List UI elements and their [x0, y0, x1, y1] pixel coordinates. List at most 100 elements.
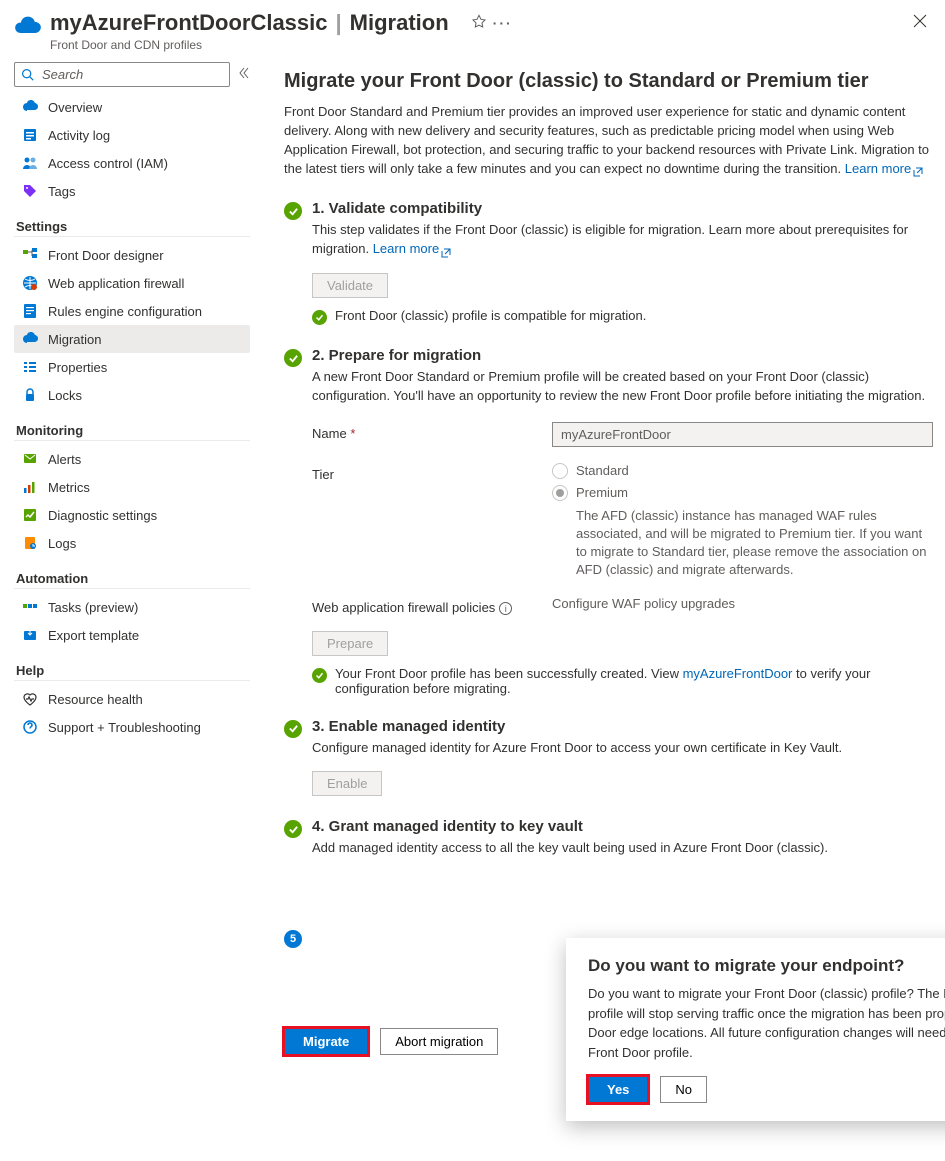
step-3-desc: Configure managed identity for Azure Fro… [312, 739, 933, 758]
sidebar-group-settings: Settings [14, 205, 250, 237]
sidebar-item-properties[interactable]: Properties [14, 353, 250, 381]
alerts-icon [22, 451, 38, 467]
step-2-status: Your Front Door profile has been success… [312, 666, 933, 696]
tier-premium-radio: Premium [552, 485, 933, 501]
metrics-icon [22, 479, 38, 495]
migrate-confirm-dialog: Do you want to migrate your endpoint? Do… [566, 938, 945, 1121]
sidebar-item-activity-log[interactable]: Activity log [14, 121, 250, 149]
health-icon [22, 691, 38, 707]
main-content: Migrate your Front Door (classic) to Sta… [258, 58, 945, 1085]
enable-button: Enable [312, 771, 382, 796]
configure-waf-link[interactable]: Configure WAF policy upgrades [552, 596, 735, 611]
blade-title: myAzureFrontDoorClassic | Migration ··· [50, 10, 909, 36]
close-icon[interactable] [909, 10, 931, 35]
sidebar-item-label: Tasks (preview) [48, 600, 138, 615]
sidebar-item-label: Front Door designer [48, 248, 164, 263]
sidebar-item-label: Web application firewall [48, 276, 184, 291]
sidebar-item-label: Logs [48, 536, 76, 551]
sidebar-item-export-template[interactable]: Export template [14, 621, 250, 649]
diag-icon [22, 507, 38, 523]
sidebar-item-label: Properties [48, 360, 107, 375]
sidebar-item-web-application-firewall[interactable]: Web application firewall [14, 269, 250, 297]
sidebar-item-label: Rules engine configuration [48, 304, 202, 319]
info-icon[interactable]: i [499, 602, 512, 615]
blade-header: myAzureFrontDoorClassic | Migration ··· … [0, 0, 945, 58]
sidebar-item-label: Tags [48, 184, 75, 199]
step-4-check-icon [284, 820, 302, 838]
waf-icon [22, 275, 38, 291]
sidebar-item-label: Support + Troubleshooting [48, 720, 201, 735]
sidebar-item-tasks-preview-[interactable]: Tasks (preview) [14, 593, 250, 621]
sidebar-search[interactable] [14, 62, 230, 87]
sidebar-item-support-troubleshooting[interactable]: Support + Troubleshooting [14, 713, 250, 741]
sidebar-item-label: Metrics [48, 480, 90, 495]
sidebar-item-metrics[interactable]: Metrics [14, 473, 250, 501]
sidebar-item-logs[interactable]: Logs [14, 529, 250, 557]
step-3: 3. Enable managed identity Configure man… [284, 718, 933, 797]
sidebar-item-resource-health[interactable]: Resource health [14, 685, 250, 713]
sidebar-item-label: Locks [48, 388, 82, 403]
export-icon [22, 627, 38, 643]
dialog-body: Do you want to migrate your Front Door (… [588, 984, 945, 1062]
sidebar-item-rules-engine-configuration[interactable]: Rules engine configuration [14, 297, 250, 325]
frontdoor-resource-icon [14, 12, 42, 40]
pin-icon[interactable] [471, 10, 487, 36]
radio-icon [552, 463, 568, 479]
sidebar-item-front-door-designer[interactable]: Front Door designer [14, 241, 250, 269]
migrate-button[interactable]: Migrate [284, 1028, 368, 1055]
sidebar-group-monitoring: Monitoring [14, 409, 250, 441]
step-1-learn-more-link[interactable]: Learn more [373, 241, 451, 256]
collapse-sidebar-icon[interactable] [238, 67, 250, 82]
tier-note: The AFD (classic) instance has managed W… [576, 507, 933, 580]
abort-migration-button[interactable]: Abort migration [380, 1028, 498, 1055]
step-1: 1. Validate compatibility This step vali… [284, 200, 933, 325]
overview-icon [22, 99, 38, 115]
sidebar-search-input[interactable] [40, 66, 223, 83]
sidebar-item-access-control-iam-[interactable]: Access control (IAM) [14, 149, 250, 177]
step-5-number-icon: 5 [284, 930, 302, 948]
tasks-icon [22, 599, 38, 615]
blade-subtitle: Front Door and CDN profiles [50, 38, 909, 52]
dialog-yes-button[interactable]: Yes [588, 1076, 648, 1103]
validate-button: Validate [312, 273, 388, 298]
sidebar-item-label: Export template [48, 628, 139, 643]
step-3-check-icon [284, 720, 302, 738]
radio-icon-selected [552, 485, 568, 501]
activitylog-icon [22, 127, 38, 143]
iam-icon [22, 155, 38, 171]
sidebar-item-tags[interactable]: Tags [14, 177, 250, 205]
sidebar-item-label: Migration [48, 332, 101, 347]
sidebar-item-overview[interactable]: Overview [14, 93, 250, 121]
step-4: 4. Grant managed identity to key vault A… [284, 818, 933, 858]
page-intro: Front Door Standard and Premium tier pro… [284, 103, 933, 178]
logs-icon [22, 535, 38, 551]
sidebar-group-help: Help [14, 649, 250, 681]
sidebar-item-diagnostic-settings[interactable]: Diagnostic settings [14, 501, 250, 529]
name-label: Name * [312, 422, 552, 441]
sidebar-item-label: Access control (IAM) [48, 156, 168, 171]
step-4-desc: Add managed identity access to all the k… [312, 839, 933, 858]
dialog-no-button[interactable]: No [660, 1076, 707, 1103]
step-1-desc: This step validates if the Front Door (c… [312, 221, 933, 259]
success-icon [312, 310, 327, 325]
prepare-button: Prepare [312, 631, 388, 656]
sidebar-item-alerts[interactable]: Alerts [14, 445, 250, 473]
step-2-desc: A new Front Door Standard or Premium pro… [312, 368, 933, 406]
sidebar-item-label: Diagnostic settings [48, 508, 157, 523]
step-2: 2. Prepare for migration A new Front Doo… [284, 347, 933, 695]
more-icon[interactable]: ··· [493, 15, 513, 31]
step-3-title: 3. Enable managed identity [312, 718, 933, 735]
view-profile-link[interactable]: myAzureFrontDoor [683, 666, 793, 681]
sidebar-item-locks[interactable]: Locks [14, 381, 250, 409]
step-1-title: 1. Validate compatibility [312, 200, 933, 217]
sidebar-item-migration[interactable]: Migration [14, 325, 250, 353]
tier-label: Tier [312, 463, 552, 482]
tags-icon [22, 183, 38, 199]
success-icon [312, 668, 327, 683]
sidebar-item-label: Alerts [48, 452, 81, 467]
migration-icon [22, 331, 38, 347]
locks-icon [22, 387, 38, 403]
sidebar-item-label: Overview [48, 100, 102, 115]
learn-more-link[interactable]: Learn more [845, 161, 923, 176]
designer-icon [22, 247, 38, 263]
